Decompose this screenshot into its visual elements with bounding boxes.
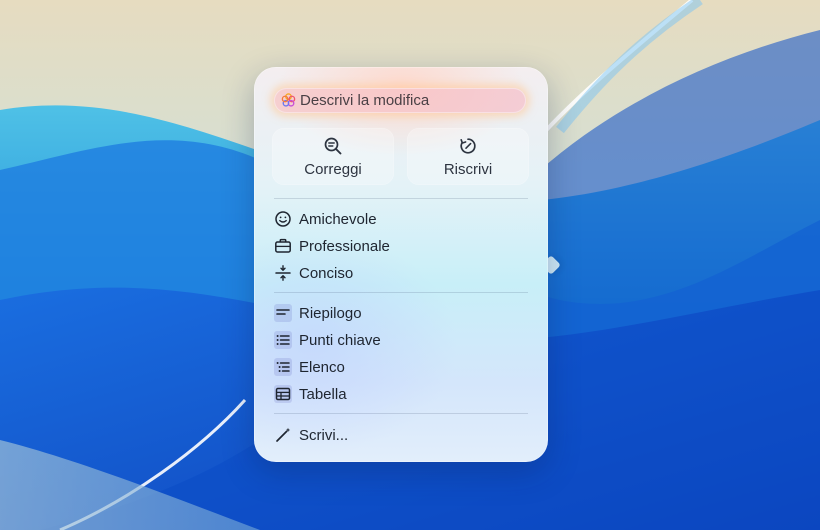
describe-change-input[interactable] bbox=[300, 92, 520, 109]
proofread-label: Correggi bbox=[304, 160, 362, 178]
menu-item-label: Tabella bbox=[299, 385, 347, 403]
divider bbox=[274, 198, 528, 199]
divider bbox=[274, 292, 528, 293]
rewrite-button[interactable]: Riscrivi bbox=[407, 128, 529, 185]
proofread-button[interactable]: Correggi bbox=[272, 128, 394, 185]
menu-item-label: Amichevole bbox=[299, 210, 377, 228]
key-points-list-icon bbox=[274, 331, 292, 349]
describe-change-field[interactable] bbox=[274, 88, 526, 113]
menu-item-concise[interactable]: Conciso bbox=[272, 261, 530, 285]
menu-item-label: Riepilogo bbox=[299, 304, 362, 322]
menu-item-label: Scrivi... bbox=[299, 426, 349, 444]
menu-item-summary[interactable]: Riepilogo bbox=[272, 301, 530, 325]
menu-item-compose[interactable]: Scrivi... bbox=[272, 423, 530, 447]
apple-intelligence-icon bbox=[281, 93, 296, 107]
menu-item-professional[interactable]: Professionale bbox=[272, 234, 530, 258]
menu-item-table[interactable]: Tabella bbox=[272, 382, 530, 406]
menu-item-list[interactable]: Elenco bbox=[272, 355, 530, 379]
compress-lines-icon bbox=[274, 264, 292, 282]
magic-wand-icon bbox=[274, 426, 292, 444]
menu-item-friendly[interactable]: Amichevole bbox=[272, 207, 530, 231]
menu-item-label: Elenco bbox=[299, 358, 345, 376]
table-icon bbox=[274, 385, 292, 403]
summary-lines-icon bbox=[274, 304, 292, 322]
menu-item-label: Punti chiave bbox=[299, 331, 381, 349]
divider bbox=[274, 413, 528, 414]
smiley-face-icon bbox=[274, 210, 292, 228]
menu-item-key-points[interactable]: Punti chiave bbox=[272, 328, 530, 352]
menu-item-label: Conciso bbox=[299, 264, 354, 282]
rewrite-refresh-icon bbox=[460, 137, 476, 154]
menu-item-label: Professionale bbox=[299, 237, 390, 255]
proofread-magnifier-icon bbox=[324, 137, 342, 154]
rewrite-label: Riscrivi bbox=[443, 160, 493, 178]
writing-tools-popover: Correggi Riscrivi Amichevole bbox=[254, 67, 548, 462]
bulleted-list-icon bbox=[274, 358, 292, 376]
briefcase-icon bbox=[274, 237, 292, 255]
